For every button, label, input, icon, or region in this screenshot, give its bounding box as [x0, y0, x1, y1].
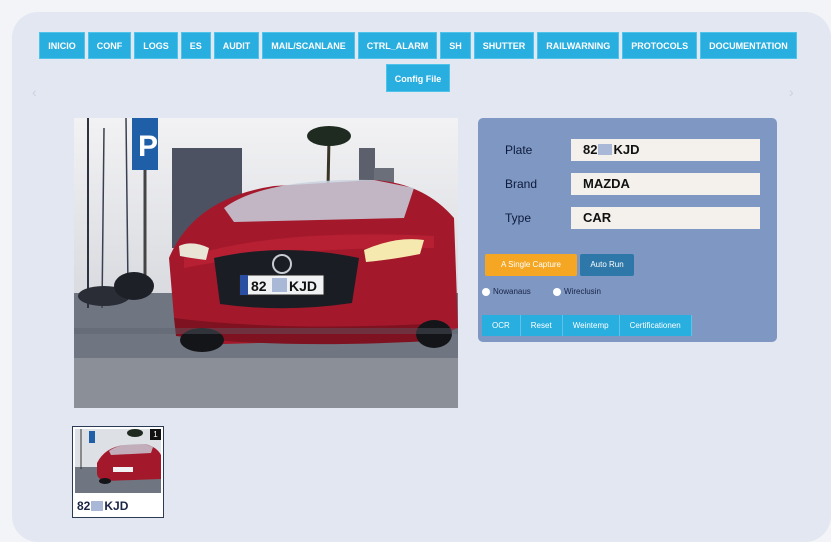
type-value-field[interactable]: CAR: [571, 207, 760, 229]
plate-country-block-icon: [598, 144, 613, 155]
nowanaus-label: Nowanaus: [493, 287, 531, 296]
thumbnail-plate-prefix: 82: [77, 499, 91, 513]
photo-plate-suffix: KJD: [289, 278, 317, 294]
nav-mail-scanlane-button[interactable]: Mail/ScanLane: [262, 32, 355, 59]
nav-shutter-button[interactable]: Shutter: [473, 32, 535, 59]
prev-arrow-icon[interactable]: ‹: [32, 84, 37, 100]
nav-audit-button[interactable]: Audit: [213, 32, 260, 59]
option-wireclusin[interactable]: Wireclusin: [553, 287, 601, 296]
nav-conf-button[interactable]: Conf: [87, 32, 132, 59]
nav-documentation-button[interactable]: Documentation: [700, 32, 797, 59]
thumbnail-index-badge: 1: [150, 429, 161, 440]
thumbnail-plate-block-icon: [91, 501, 104, 511]
nowanaus-checkbox[interactable]: [482, 287, 490, 296]
ocr-button[interactable]: OCR: [482, 315, 521, 336]
single-capture-button[interactable]: A Single Capture: [485, 254, 577, 276]
plate-label: Plate: [505, 143, 533, 157]
result-panel: Plate 82 KJD Brand MAZDA Type CAR: [478, 118, 777, 342]
nav-es-button[interactable]: ES: [180, 32, 211, 59]
option-nowanaus[interactable]: Nowanaus: [482, 287, 531, 296]
type-label: Type: [505, 211, 532, 225]
thumbnail-plate-label: 82 KJD: [77, 499, 128, 513]
plate-row: Plate 82 KJD: [505, 139, 760, 161]
nav-railwarning-button[interactable]: Railwarning: [537, 32, 620, 59]
weintemp-button[interactable]: Weintemp: [562, 315, 620, 336]
certification-button[interactable]: Certificationen: [619, 315, 692, 336]
wireclusin-label: Wireclusin: [564, 287, 601, 296]
brand-value-field[interactable]: MAZDA: [571, 173, 760, 195]
plate-value-prefix: 82: [583, 142, 598, 157]
plate-value-field[interactable]: 82 KJD: [571, 139, 760, 161]
nav-sh-button[interactable]: Sh: [440, 32, 471, 59]
top-navigation: Inicio Conf Logs ES Audit Mail/ScanLane …: [26, 32, 810, 92]
capture-thumbnail[interactable]: 1 82 KJD: [72, 426, 164, 518]
type-row: Type CAR: [505, 207, 760, 229]
plate-value-suffix: KJD: [613, 142, 640, 157]
nav-config-file-button[interactable]: Config File: [385, 64, 451, 92]
photo-plate-prefix: 82: [251, 278, 267, 294]
thumbnail-plate-suffix: KJD: [104, 499, 129, 513]
bottom-action-bar: OCR Reset Weintemp Certificationen: [482, 315, 692, 336]
thumbnail-image: [75, 429, 161, 493]
brand-row: Brand MAZDA: [505, 173, 760, 195]
nav-protocols-button[interactable]: Protocols: [622, 32, 698, 59]
next-arrow-icon[interactable]: ›: [789, 84, 794, 100]
parking-sign-letter: P: [138, 130, 158, 163]
vehicle-photo: P 82 KJD: [74, 118, 458, 408]
reset-button[interactable]: Reset: [520, 315, 563, 336]
auto-run-button[interactable]: Auto Run: [580, 254, 634, 276]
brand-label: Brand: [505, 177, 538, 191]
nav-ctrl-alarm-button[interactable]: CTRL_ALARM: [357, 32, 438, 59]
nav-logs-button[interactable]: Logs: [134, 32, 178, 59]
wireclusin-checkbox[interactable]: [553, 287, 561, 296]
nav-inicio-button[interactable]: Inicio: [39, 32, 85, 59]
